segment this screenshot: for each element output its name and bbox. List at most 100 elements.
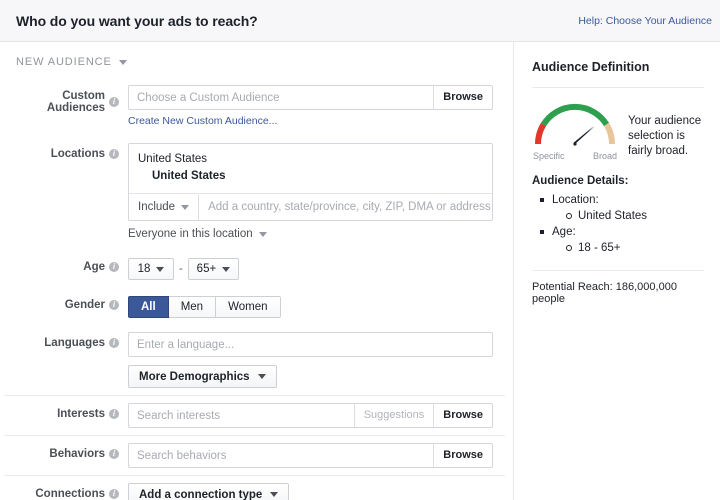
detail-location-label: Location: (552, 194, 599, 206)
languages-field: Enter a language... More Demographics (128, 332, 505, 388)
custom-audiences-browse-button[interactable]: Browse (433, 86, 492, 109)
locations-box: United States United States Include Add … (128, 143, 493, 221)
age-max-value: 65+ (197, 263, 217, 275)
behaviors-browse-button[interactable]: Browse (433, 444, 492, 467)
new-audience-label: NEW AUDIENCE (16, 56, 112, 68)
audience-gauge-block: Specific Broad Your audience selection i… (532, 100, 704, 161)
age-min-dropdown[interactable]: 18 (128, 258, 174, 280)
gauge-label-broad: Broad (593, 151, 617, 161)
locations-include-dropdown[interactable]: Include (138, 201, 198, 213)
new-audience-selector[interactable]: NEW AUDIENCE (0, 42, 127, 78)
interests-placeholder: Search interests (137, 410, 354, 422)
more-demographics-button[interactable]: More Demographics (128, 365, 277, 388)
audience-form-column: NEW AUDIENCE Custom Audiences i Choose a… (0, 42, 514, 500)
interests-suggestions-button[interactable]: Suggestions (354, 404, 434, 427)
info-icon[interactable]: i (109, 449, 119, 459)
chevron-down-icon (156, 267, 164, 272)
behaviors-label: Behaviors (49, 448, 105, 460)
audience-definition-title: Audience Definition (532, 60, 704, 74)
chevron-down-icon (259, 232, 267, 237)
age-range-separator: - (179, 263, 183, 275)
age-field: 18 - 65+ (128, 256, 505, 280)
locations-search-input[interactable]: Add a country, state/province, city, ZIP… (198, 195, 492, 220)
gauge-label-specific: Specific (533, 151, 565, 161)
location-token-subitem[interactable]: United States (138, 168, 483, 185)
row-behaviors: Behaviors i Search behaviors Browse (4, 436, 505, 475)
gender-option-all[interactable]: All (128, 296, 169, 318)
info-icon[interactable]: i (109, 409, 119, 419)
row-locations: Locations i United States United States … (4, 136, 505, 249)
languages-placeholder: Enter a language... (137, 339, 492, 351)
custom-audiences-field: Choose a Custom Audience Browse Create N… (128, 85, 505, 129)
targeting-section-behaviors: Behaviors i Search behaviors Browse (0, 436, 513, 475)
interests-label-group: Interests i (4, 403, 128, 420)
interests-field: Search interests Suggestions Browse (128, 403, 505, 428)
connections-label: Connections (35, 488, 105, 500)
languages-label: Languages (44, 337, 105, 349)
row-gender: Gender i All Men Women (4, 287, 505, 325)
behaviors-field: Search behaviors Browse (128, 443, 505, 468)
gauge-scale-labels: Specific Broad (532, 151, 618, 161)
targeting-section-primary: Custom Audiences i Choose a Custom Audie… (0, 78, 513, 395)
languages-input-box[interactable]: Enter a language... (128, 332, 493, 357)
interests-input-box[interactable]: Search interests Suggestions Browse (128, 403, 493, 428)
page-title: Who do you want your ads to reach? (16, 13, 258, 29)
custom-audiences-label-group: Custom Audiences i (4, 85, 128, 114)
info-icon[interactable]: i (109, 262, 119, 272)
body-wrapper: NEW AUDIENCE Custom Audiences i Choose a… (0, 42, 720, 500)
detail-location-value: United States (566, 208, 704, 224)
languages-label-group: Languages i (4, 332, 128, 349)
chevron-down-icon (270, 492, 278, 497)
age-label-group: Age i (4, 256, 128, 273)
detail-location-values: United States (552, 208, 704, 224)
row-languages: Languages i Enter a language... More Dem… (4, 325, 505, 395)
targeting-section-interests: Interests i Search interests Suggestions… (0, 396, 513, 435)
custom-audiences-label: Custom Audiences (4, 90, 105, 114)
add-connection-type-label: Add a connection type (139, 489, 262, 500)
detail-item-age: Age: 18 - 65+ (540, 224, 704, 256)
audience-details-title: Audience Details: (532, 175, 704, 187)
gauge-icon (532, 100, 618, 148)
row-age: Age i 18 - 65+ (4, 249, 505, 287)
reach-divider (532, 270, 704, 271)
info-icon[interactable]: i (109, 338, 119, 348)
info-icon[interactable]: i (109, 97, 119, 107)
location-token-country: United States (138, 151, 483, 168)
detail-age-label: Age: (552, 226, 576, 238)
detail-age-values: 18 - 65+ (552, 240, 704, 256)
detail-item-location: Location: United States (540, 192, 704, 224)
row-interests: Interests i Search interests Suggestions… (4, 396, 505, 435)
gender-segmented-control: All Men Women (128, 294, 281, 318)
add-connection-type-button[interactable]: Add a connection type (128, 483, 289, 500)
location-scope-label: Everyone in this location (128, 228, 253, 240)
age-max-dropdown[interactable]: 65+ (188, 258, 240, 280)
location-scope-dropdown[interactable]: Everyone in this location (128, 228, 267, 240)
age-min-value: 18 (138, 263, 151, 275)
gender-label-group: Gender i (4, 294, 128, 311)
help-choose-audience-link[interactable]: Help: Choose Your Audience (578, 15, 712, 27)
info-icon[interactable]: i (109, 149, 119, 159)
behaviors-label-group: Behaviors i (4, 443, 128, 460)
connections-label-group: Connections i (4, 483, 128, 500)
page-header: Who do you want your ads to reach? Help:… (0, 0, 720, 42)
locations-label-group: Locations i (4, 143, 128, 160)
row-connections: Connections i Add a connection type (4, 476, 505, 500)
custom-audiences-placeholder: Choose a Custom Audience (137, 92, 433, 104)
chevron-down-icon (222, 267, 230, 272)
connections-field: Add a connection type (128, 483, 505, 500)
audience-definition-panel: Audience Definition (514, 42, 720, 500)
interests-browse-button[interactable]: Browse (433, 404, 492, 427)
gender-option-men[interactable]: Men (169, 296, 216, 318)
create-new-custom-audience-link[interactable]: Create New Custom Audience... (128, 115, 277, 127)
custom-audiences-input-box[interactable]: Choose a Custom Audience Browse (128, 85, 493, 110)
locations-token-list: United States United States (129, 144, 492, 193)
info-icon[interactable]: i (109, 489, 119, 499)
locations-field: United States United States Include Add … (128, 143, 505, 242)
behaviors-input-box[interactable]: Search behaviors Browse (128, 443, 493, 468)
gender-label: Gender (65, 299, 105, 311)
age-label: Age (83, 261, 105, 273)
locations-include-label: Include (138, 201, 175, 213)
locations-label: Locations (51, 148, 105, 160)
gender-option-women[interactable]: Women (216, 296, 280, 318)
info-icon[interactable]: i (109, 300, 119, 310)
